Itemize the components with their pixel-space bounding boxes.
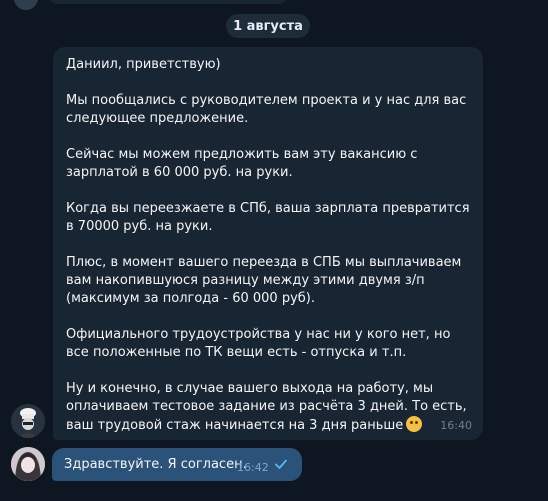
message-paragraph: Мы пообщались с руководителем проекта и … <box>66 93 467 126</box>
sender-avatar-chef[interactable] <box>11 404 45 438</box>
date-divider: 1 августа <box>226 14 310 38</box>
previous-message-avatar[interactable] <box>14 0 38 10</box>
message-paragraph: Когда вы переезжаете в СПб, ваша зарплат… <box>66 201 470 234</box>
user-avatar[interactable] <box>11 447 45 481</box>
message-time: 16:40 <box>440 419 472 432</box>
message-paragraph: Ну и конечно, в случае вашего выхода на … <box>66 380 471 435</box>
message-paragraph: Сейчас мы можем предложить вам эту вакан… <box>66 147 418 180</box>
smiling-face-emoji-icon <box>406 416 423 432</box>
message-paragraph: Официального трудоустройства у нас ни у … <box>66 327 451 360</box>
message-time: 16:42 <box>237 461 269 474</box>
outgoing-message-text: Здравствуйте. Я согласен. <box>64 457 247 472</box>
message-paragraph: Даниил, приветствую) <box>66 57 221 72</box>
incoming-message-bubble[interactable]: Даниил, приветствую) Мы пообщались с рук… <box>53 47 483 440</box>
message-paragraph: Плюс, в момент вашего переезда в СПБ мы … <box>66 255 462 306</box>
outgoing-message-bubble[interactable]: Здравствуйте. Я согласен. 16:42 <box>52 448 302 481</box>
previous-message-bubble <box>48 0 288 4</box>
single-check-icon <box>275 459 287 469</box>
